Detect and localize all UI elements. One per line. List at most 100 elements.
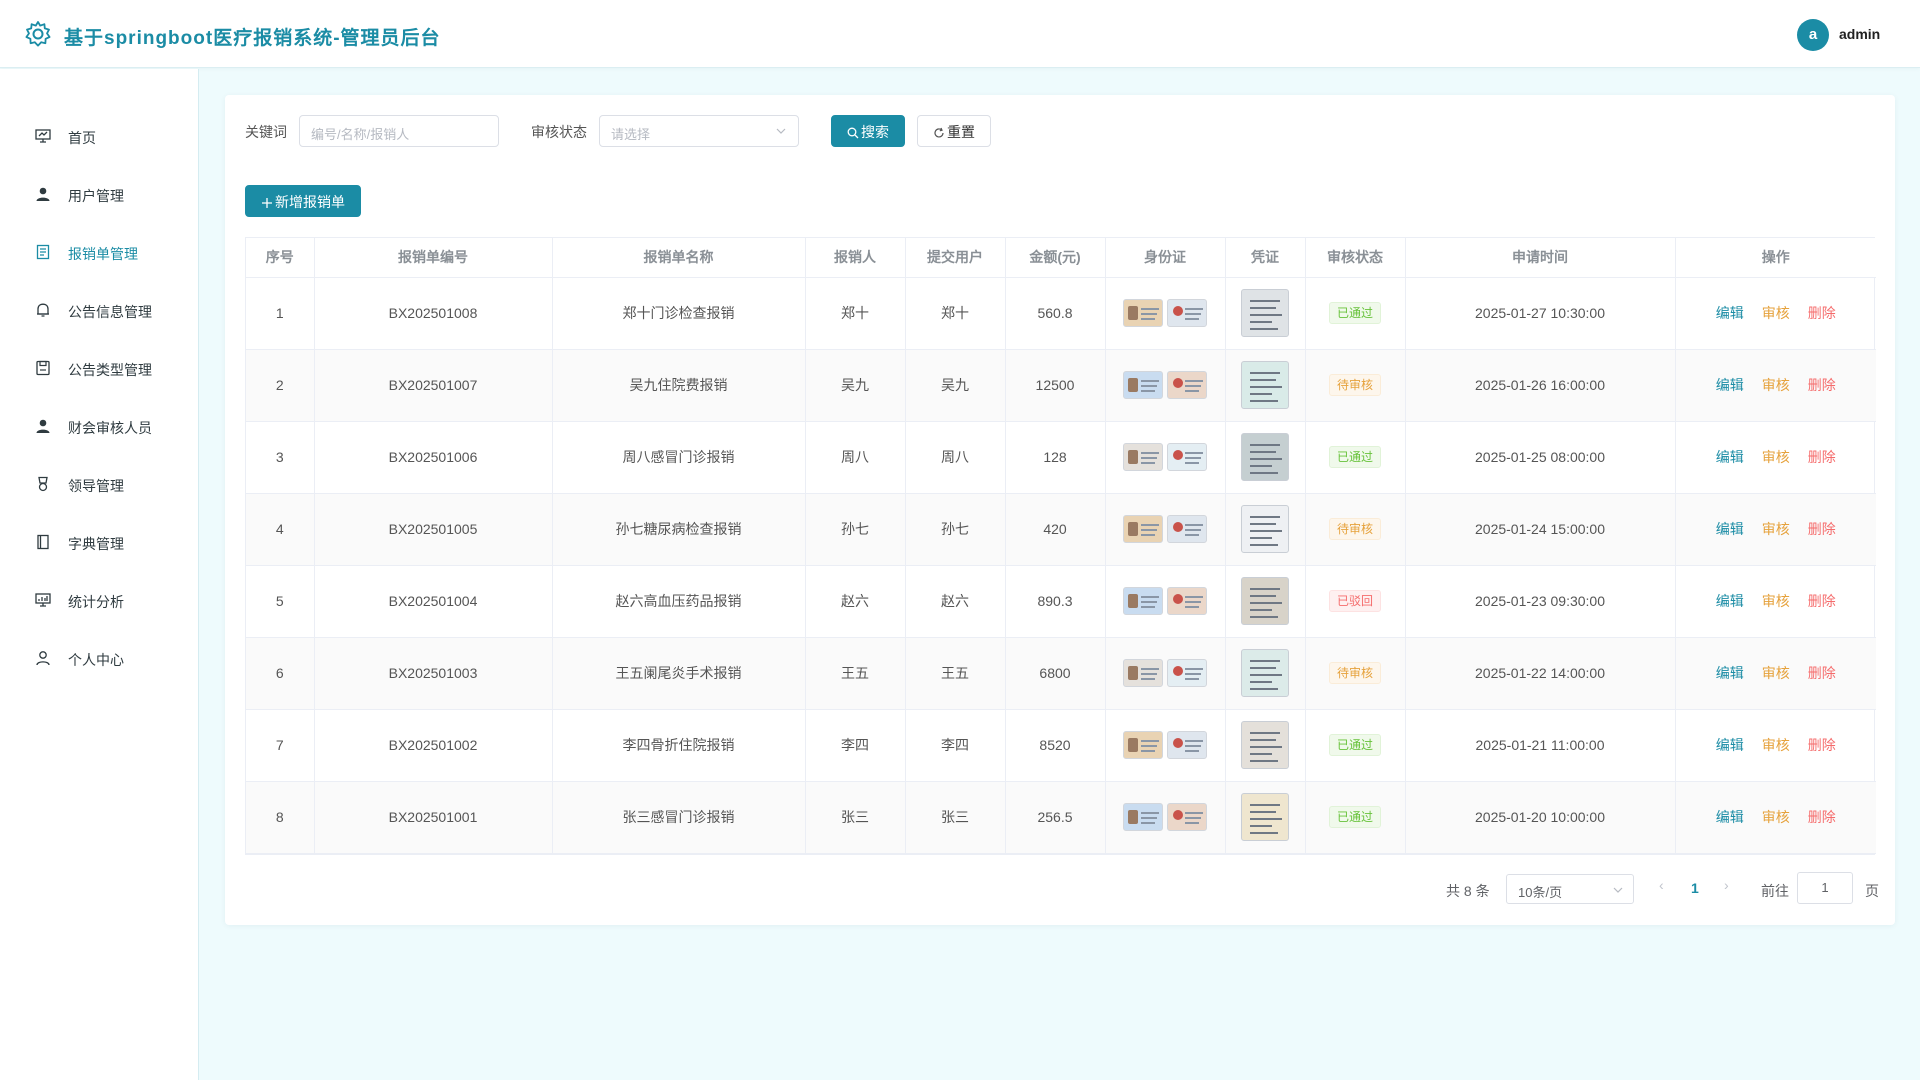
cell-submitter: 孙七 [905,493,1006,566]
delete-button[interactable]: 删除 [1808,375,1836,395]
id-card-front-image[interactable] [1123,515,1163,543]
cell-id-card [1105,781,1226,854]
avatar[interactable]: a [1797,19,1829,51]
cell-submitter: 王五 [905,637,1006,710]
username[interactable]: admin [1839,26,1880,42]
status-select[interactable]: 请选择 [599,115,799,147]
search-button[interactable]: 搜索 [831,115,905,147]
id-card-front-image[interactable] [1123,803,1163,831]
cell-id-card [1105,349,1226,422]
audit-button[interactable]: 审核 [1762,375,1790,395]
voucher-image[interactable] [1241,577,1289,625]
cell-voucher [1225,637,1306,710]
id-card-back-image[interactable] [1167,587,1207,615]
edit-button[interactable]: 编辑 [1716,735,1744,755]
id-card-front-image[interactable] [1123,731,1163,759]
voucher-image[interactable] [1241,289,1289,337]
sidebar-item-users[interactable]: 用户管理 [0,174,198,214]
add-claim-button[interactable]: 新增报销单 [245,185,361,217]
id-card-front-image[interactable] [1123,371,1163,399]
goto-page-input[interactable]: 1 [1797,872,1853,904]
cell-id-card [1105,709,1226,782]
cell-voucher [1225,781,1306,854]
id-card-back-image[interactable] [1167,803,1207,831]
audit-button[interactable]: 审核 [1762,735,1790,755]
page-number-current[interactable]: 1 [1691,880,1699,896]
voucher-image[interactable] [1241,361,1289,409]
cell-status: 已驳回 [1305,565,1406,638]
sidebar-item-announcement-types[interactable]: 公告类型管理 [0,348,198,388]
voucher-image[interactable] [1241,721,1289,769]
cell-amount: 420 [1005,493,1106,566]
audit-button[interactable]: 审核 [1762,663,1790,683]
sidebar-item-announcements[interactable]: 公告信息管理 [0,290,198,330]
table-row: 3 BX202501006 周八感冒门诊报销 周八 周八 128 已通过 2025-01-25… [246,421,1876,494]
audit-button[interactable]: 审核 [1762,303,1790,323]
voucher-image[interactable] [1241,793,1289,841]
edit-button[interactable]: 编辑 [1716,807,1744,827]
cell-claimant: 王五 [805,637,906,710]
edit-button[interactable]: 编辑 [1716,303,1744,323]
edit-button[interactable]: 编辑 [1716,663,1744,683]
delete-button[interactable]: 删除 [1808,663,1836,683]
column-header: 审核状态 [1305,238,1406,278]
sidebar-item-leaders[interactable]: 领导管理 [0,464,198,504]
table-row: 1 BX202501008 郑十门诊检查报销 郑十 郑十 560.8 已通过 2025-01-… [246,277,1876,350]
voucher-image[interactable] [1241,649,1289,697]
id-card-front-image[interactable] [1123,299,1163,327]
cell-status: 已通过 [1305,781,1406,854]
sidebar-item-auditors[interactable]: 财会审核人员 [0,406,198,446]
document-icon [36,244,50,260]
id-card-back-image[interactable] [1167,659,1207,687]
cell-submitter: 李四 [905,709,1006,782]
sidebar-item-claims[interactable]: 报销单管理 [0,232,198,272]
id-card-back-image[interactable] [1167,515,1207,543]
audit-button[interactable]: 审核 [1762,519,1790,539]
cell-index: 8 [246,781,315,854]
prev-page-button[interactable]: ‹ [1659,877,1664,893]
id-card-front-image[interactable] [1123,443,1163,471]
voucher-image[interactable] [1241,505,1289,553]
status-badge: 已驳回 [1328,590,1381,612]
edit-button[interactable]: 编辑 [1716,375,1744,395]
reset-button[interactable]: 重置 [917,115,991,147]
delete-button[interactable]: 删除 [1808,735,1836,755]
add-claim-button-label: 新增报销单 [275,194,345,210]
cell-time: 2025-01-27 10:30:00 [1405,277,1676,350]
edit-button[interactable]: 编辑 [1716,447,1744,467]
keyword-input[interactable]: 编号/名称/报销人 [299,115,499,147]
id-card-back-image[interactable] [1167,371,1207,399]
id-card-back-image[interactable] [1167,443,1207,471]
status-badge: 待审核 [1328,662,1381,684]
cell-submitter: 周八 [905,421,1006,494]
id-card-front-image[interactable] [1123,659,1163,687]
page-size-select[interactable]: 10条/页 [1506,874,1634,904]
next-page-button[interactable]: › [1724,877,1729,893]
delete-button[interactable]: 删除 [1808,519,1836,539]
edit-button[interactable]: 编辑 [1716,591,1744,611]
id-card-back-image[interactable] [1167,299,1207,327]
cell-name: 吴九住院费报销 [552,349,806,422]
edit-button[interactable]: 编辑 [1716,519,1744,539]
cell-amount: 6800 [1005,637,1106,710]
sidebar-item-profile[interactable]: 个人中心 [0,638,198,678]
delete-button[interactable]: 删除 [1808,447,1836,467]
id-card-back-image[interactable] [1167,731,1207,759]
cell-name: 赵六高血压药品报销 [552,565,806,638]
voucher-image[interactable] [1241,433,1289,481]
sidebar-item-dictionary[interactable]: 字典管理 [0,522,198,562]
id-card-front-image[interactable] [1123,587,1163,615]
sidebar-item-statistics[interactable]: 统计分析 [0,580,198,620]
pagination-total: 共 8 条 [1446,883,1490,899]
delete-button[interactable]: 删除 [1808,807,1836,827]
cell-index: 3 [246,421,315,494]
delete-button[interactable]: 删除 [1808,591,1836,611]
audit-button[interactable]: 审核 [1762,447,1790,467]
cell-time: 2025-01-21 11:00:00 [1405,709,1676,782]
cell-time: 2025-01-22 14:00:00 [1405,637,1676,710]
audit-button[interactable]: 审核 [1762,807,1790,827]
cell-index: 5 [246,565,315,638]
delete-button[interactable]: 删除 [1808,303,1836,323]
audit-button[interactable]: 审核 [1762,591,1790,611]
sidebar-item-home[interactable]: 首页 [0,116,198,156]
